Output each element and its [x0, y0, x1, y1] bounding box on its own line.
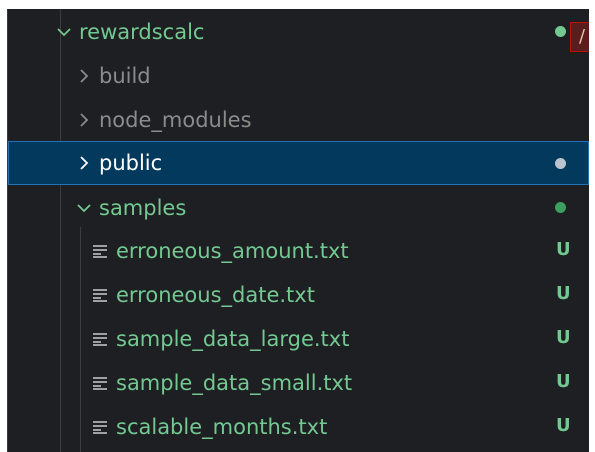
tree-item-samples[interactable]: samples [8, 186, 589, 230]
file-label: erroneous_amount.txt [116, 239, 349, 263]
tree-item-rewardscalc[interactable]: rewardscalc [8, 10, 589, 54]
tree-item-file[interactable]: sample_data_small.txt [8, 361, 589, 405]
tree-item-file[interactable]: sample_data_large.txt [8, 317, 589, 361]
untracked-badge: U [556, 371, 571, 392]
file-label: scalable_months.txt [116, 415, 328, 439]
explorer-panel: rewardscalc / build node_modules public … [7, 9, 589, 452]
modified-dot-icon [555, 26, 566, 37]
chevron-right-icon [75, 154, 93, 172]
tree-item-node-modules[interactable]: node_modules [8, 98, 589, 142]
file-label: erroneous_date.txt [116, 283, 315, 307]
chevron-right-icon [75, 111, 93, 129]
modified-dot-icon [555, 202, 566, 213]
untracked-badge: U [556, 327, 571, 348]
chevron-down-icon [75, 199, 93, 217]
file-label: sample_data_small.txt [116, 371, 353, 395]
folder-label: public [99, 151, 163, 175]
untracked-badge: U [556, 283, 571, 304]
modified-dot-icon [555, 158, 566, 169]
tree-item-file[interactable]: erroneous_amount.txt [8, 229, 589, 273]
tree-item-file[interactable]: erroneous_date.txt [8, 273, 589, 317]
scrollbar-marker[interactable]: / [570, 22, 589, 52]
chevron-right-icon [75, 67, 93, 85]
untracked-badge: U [556, 415, 571, 436]
tree-item-public[interactable]: public [8, 141, 589, 185]
folder-label: node_modules [99, 108, 252, 132]
folder-label: build [99, 64, 151, 88]
folder-label: samples [99, 196, 187, 220]
text-file-icon [90, 374, 110, 392]
chevron-down-icon [55, 23, 73, 41]
text-file-icon [90, 418, 110, 436]
untracked-badge: U [556, 239, 571, 260]
text-file-icon [90, 330, 110, 348]
text-file-icon [90, 286, 110, 304]
text-file-icon [90, 242, 110, 260]
tree-item-file[interactable]: scalable_months.txt [8, 405, 589, 449]
folder-label: rewardscalc [79, 20, 205, 44]
tree-item-build[interactable]: build [8, 54, 589, 98]
file-label: sample_data_large.txt [116, 327, 350, 351]
